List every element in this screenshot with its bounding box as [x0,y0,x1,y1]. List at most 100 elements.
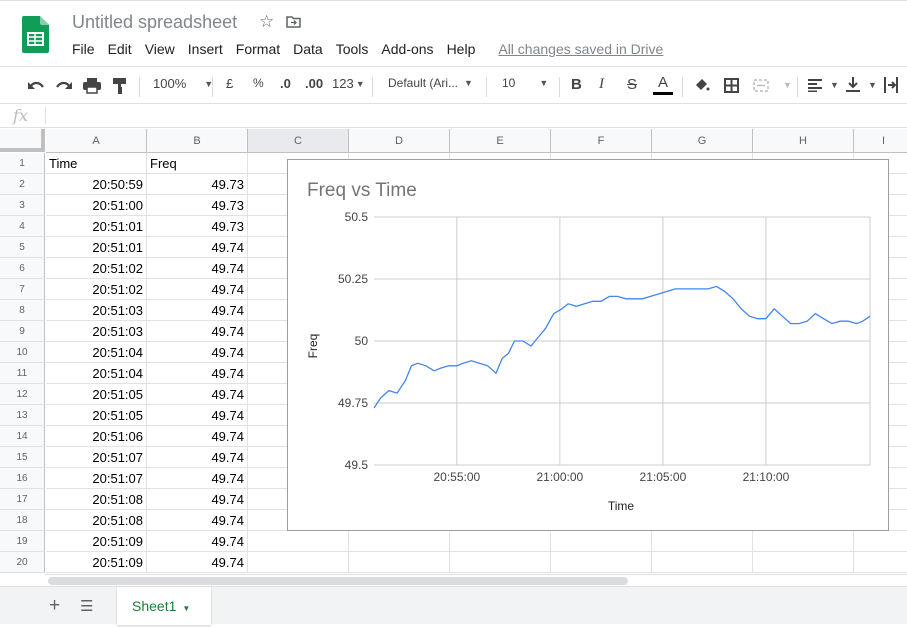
cell[interactable] [450,552,551,573]
cell[interactable] [753,552,854,573]
cell-freq[interactable]: 49.73 [147,195,248,216]
vertical-align-icon[interactable] [846,77,860,93]
cell[interactable] [652,531,753,552]
cell[interactable] [248,552,349,573]
cell-time[interactable]: Time [46,153,147,174]
column-header-b[interactable]: B [147,129,248,153]
column-header-a[interactable]: A [46,129,147,153]
cell-freq[interactable]: 49.74 [147,300,248,321]
decrease-decimal-button[interactable]: .0 [280,76,291,91]
star-icon[interactable]: ☆ [259,12,274,32]
cell-time[interactable]: 20:51:08 [46,489,147,510]
menu-tools[interactable]: Tools [336,41,369,57]
cell-time[interactable]: 20:51:06 [46,426,147,447]
redo-icon[interactable] [55,79,73,91]
cell[interactable] [551,531,652,552]
cell-freq[interactable]: 49.74 [147,279,248,300]
print-icon[interactable] [83,78,101,94]
text-color-button[interactable]: A [653,74,673,95]
row-header[interactable]: 12 [0,384,45,405]
column-header-c[interactable]: C [248,129,349,153]
save-status-link[interactable]: All changes saved in Drive [498,41,663,57]
cell-time[interactable]: 20:51:02 [46,279,147,300]
row-header[interactable]: 16 [0,468,45,489]
cell[interactable] [450,531,551,552]
row-header[interactable]: 19 [0,531,45,552]
row-header[interactable]: 15 [0,447,45,468]
bold-button[interactable]: B [571,76,582,93]
font-family-select[interactable]: Default (Ari... ▼ [388,76,473,90]
column-header-h[interactable]: H [753,129,854,153]
zoom-select[interactable]: 100% ▼ [153,76,213,91]
cell[interactable] [551,552,652,573]
add-sheet-icon[interactable]: + [49,595,60,617]
row-header[interactable]: 1 [0,153,45,174]
paint-format-icon[interactable] [113,78,127,94]
row-header[interactable]: 7 [0,279,45,300]
more-formats-button[interactable]: 123 ▼ [332,76,365,91]
merge-cells-icon[interactable] [753,79,769,92]
cell-time[interactable]: 20:51:08 [46,510,147,531]
text-wrap-icon[interactable] [884,77,898,93]
cell[interactable] [248,531,349,552]
cell-freq[interactable]: 49.74 [147,237,248,258]
menu-data[interactable]: Data [293,41,323,57]
cell[interactable] [753,531,854,552]
chevron-down-icon[interactable]: ▼ [868,80,877,90]
row-header[interactable]: 14 [0,426,45,447]
cell-freq[interactable]: 49.73 [147,216,248,237]
undo-icon[interactable] [27,79,45,91]
cell-freq[interactable]: 49.73 [147,174,248,195]
sheet-tab-sheet1[interactable]: Sheet1 ▼ [117,587,211,625]
fill-color-icon[interactable] [694,78,710,93]
horizontal-scrollbar[interactable] [45,574,907,586]
cell-freq[interactable]: 49.74 [147,552,248,573]
cell-time[interactable]: 20:51:09 [46,552,147,573]
menu-insert[interactable]: Insert [188,41,223,57]
cell[interactable] [652,552,753,573]
move-to-folder-icon[interactable] [286,16,301,28]
chevron-down-icon[interactable]: ▼ [182,604,190,613]
chevron-down-icon[interactable]: ▼ [830,80,839,90]
row-header[interactable]: 4 [0,216,45,237]
row-header[interactable]: 9 [0,321,45,342]
cell[interactable] [349,552,450,573]
cell[interactable] [854,531,907,552]
scrollbar-thumb[interactable] [48,577,628,585]
strikethrough-button[interactable]: S [627,76,637,93]
font-size-select[interactable]: 10 ▼ [502,76,548,90]
menu-view[interactable]: View [145,41,175,57]
column-header-d[interactable]: D [349,129,450,153]
menu-edit[interactable]: Edit [108,41,132,57]
row-header[interactable]: 2 [0,174,45,195]
menu-file[interactable]: File [72,41,95,57]
cell-freq[interactable]: 49.74 [147,258,248,279]
cell-freq[interactable]: 49.74 [147,447,248,468]
cell-freq[interactable]: Freq [147,153,248,174]
cell-time[interactable]: 20:51:01 [46,237,147,258]
row-header[interactable]: 6 [0,258,45,279]
chart[interactable]: Freq vs Time 49.5 49.75 50 50.25 50.5 20:55:… [287,159,889,531]
cell-time[interactable]: 20:51:03 [46,321,147,342]
document-title[interactable]: Untitled spreadsheet [72,12,237,33]
cell-time[interactable]: 20:51:07 [46,447,147,468]
align-left-icon[interactable] [808,79,823,92]
increase-decimal-button[interactable]: .00 [305,76,323,91]
cell-time[interactable]: 20:51:09 [46,531,147,552]
percent-button[interactable]: % [253,76,264,90]
cell-time[interactable]: 20:51:03 [46,300,147,321]
cell-freq[interactable]: 49.74 [147,405,248,426]
cell-time[interactable]: 20:51:05 [46,405,147,426]
cell-time[interactable]: 20:51:02 [46,258,147,279]
menu-help[interactable]: Help [447,41,476,57]
cell-freq[interactable]: 49.74 [147,363,248,384]
cell[interactable] [349,531,450,552]
chevron-down-icon[interactable]: ▼ [783,80,792,90]
borders-icon[interactable] [724,78,739,93]
row-header[interactable]: 17 [0,489,45,510]
row-header[interactable]: 10 [0,342,45,363]
cell-freq[interactable]: 49.74 [147,321,248,342]
cell-freq[interactable]: 49.74 [147,384,248,405]
cell-freq[interactable]: 49.74 [147,531,248,552]
cell-time[interactable]: 20:51:05 [46,384,147,405]
